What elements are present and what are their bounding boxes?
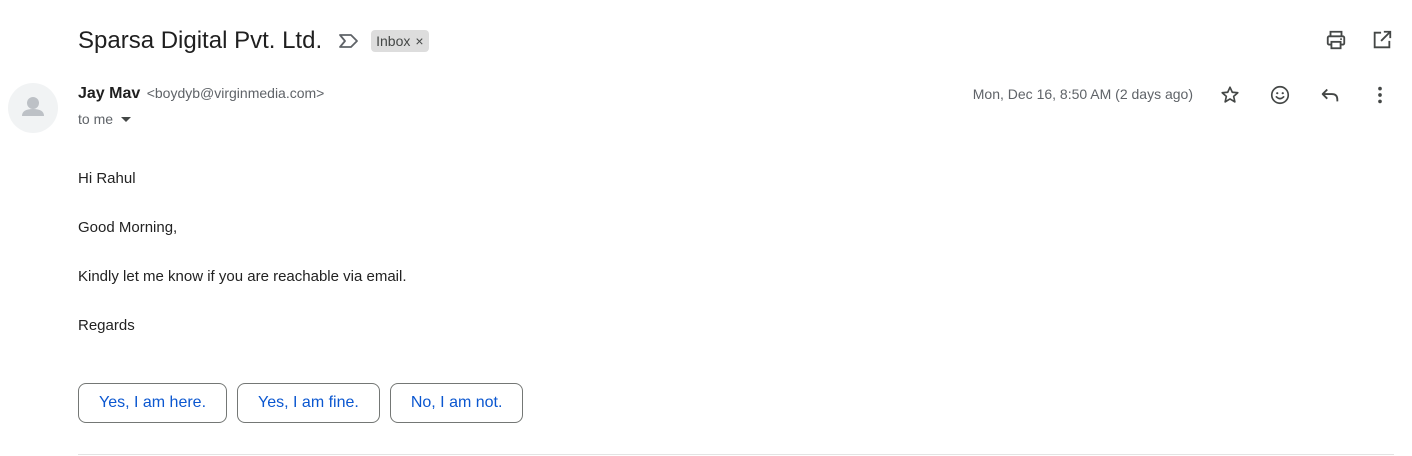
body-line: Regards — [78, 317, 135, 334]
message-date: Mon, Dec 16, 8:50 AM (2 days ago) — [972, 86, 1193, 102]
body-line: Good Morning, — [78, 219, 178, 236]
recipient-text: to me — [78, 111, 114, 127]
message-actions — [1218, 83, 1392, 107]
more-vert-icon[interactable] — [1368, 83, 1392, 107]
subject-row: Sparsa Digital Pvt. Ltd. Inbox × — [78, 24, 429, 58]
emoji-icon[interactable] — [1268, 83, 1292, 107]
email-subject: Sparsa Digital Pvt. Ltd. — [78, 27, 323, 54]
important-marker-icon[interactable] — [338, 33, 360, 49]
smart-replies: Yes, I am here. Yes, I am fine. No, I am… — [78, 383, 524, 423]
label-chip-text: Inbox — [376, 33, 411, 49]
default-avatar-icon — [22, 97, 44, 116]
chevron-down-icon[interactable] — [121, 116, 132, 122]
reply-icon[interactable] — [1318, 83, 1342, 107]
recipient-details-toggle[interactable]: to me — [78, 111, 132, 127]
remove-label-icon[interactable]: × — [415, 33, 423, 49]
sender-email: <boydyb@virginmedia.com> — [146, 85, 325, 101]
thread-actions — [1324, 28, 1394, 52]
message-body: Hi Rahul Good Morning, Kindly let me kno… — [78, 170, 407, 366]
smart-reply-button[interactable]: Yes, I am here. — [78, 383, 228, 423]
body-line: Hi Rahul — [78, 170, 136, 187]
sender-avatar[interactable] — [8, 83, 58, 133]
divider — [78, 454, 1394, 455]
sender-line: Jay Mav <boydyb@virginmedia.com> — [78, 85, 324, 103]
body-line: Kindly let me know if you are reachable … — [78, 268, 407, 285]
inbox-label-chip[interactable]: Inbox × — [371, 30, 429, 52]
open-in-new-window-icon[interactable] — [1370, 28, 1394, 52]
print-icon[interactable] — [1324, 28, 1348, 52]
smart-reply-button[interactable]: No, I am not. — [389, 383, 524, 423]
smart-reply-button[interactable]: Yes, I am fine. — [237, 383, 380, 423]
star-icon[interactable] — [1218, 83, 1242, 107]
sender-name[interactable]: Jay Mav — [78, 85, 140, 102]
